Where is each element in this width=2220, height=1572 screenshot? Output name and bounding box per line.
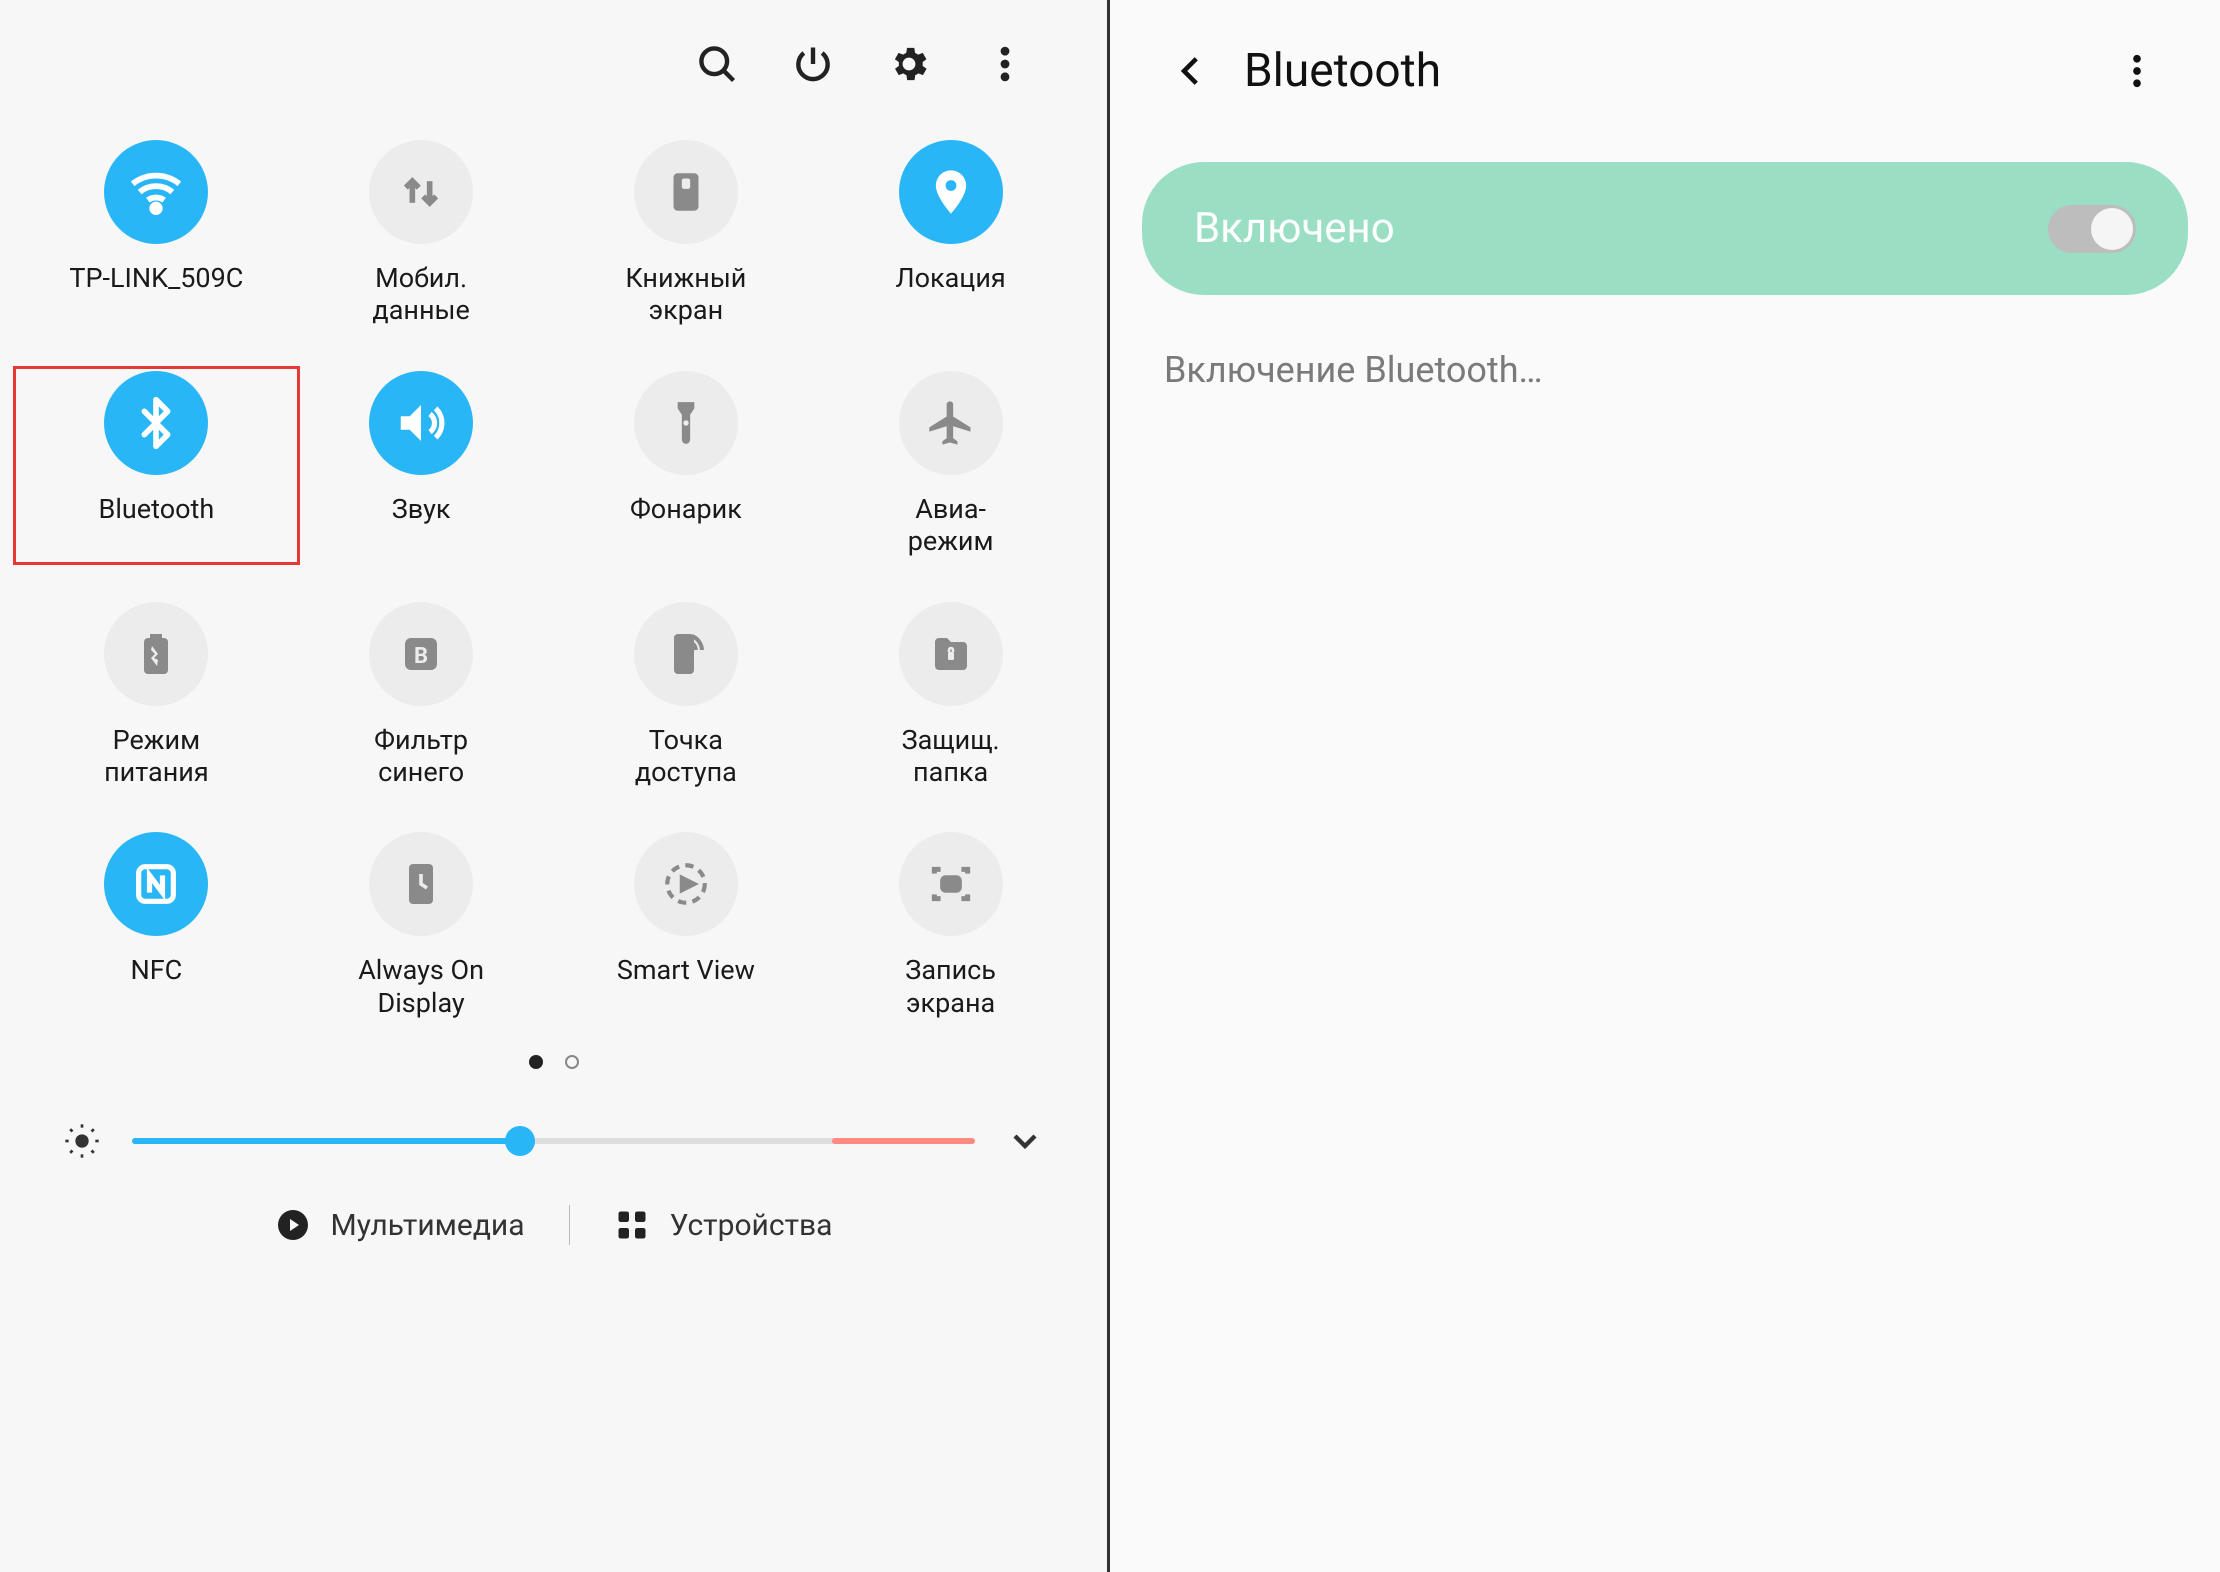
multimedia-button[interactable]: Мультимедиа [275,1207,525,1243]
svg-text:B: B [414,644,428,669]
screen-rec-icon [899,832,1003,936]
tile-wifi[interactable]: TP-LINK_509C [24,140,289,327]
tile-nfc[interactable]: NFC [24,832,289,1019]
switch-thumb [2091,208,2133,250]
bottom-bar: Мультимедиа Устройства [0,1205,1107,1245]
tile-smart-view[interactable]: Smart View [554,832,819,1019]
tile-label: Фонарик [630,493,742,525]
tile-label: TP-LINK_509C [69,262,243,294]
mobile-data-icon [369,140,473,244]
bluetooth-toggle-card[interactable]: Включено [1142,162,2188,295]
tile-aod[interactable]: Always On Display [289,832,554,1019]
tile-label: Книжный экран [625,262,746,327]
quick-settings-grid: TP-LINK_509C Мобил. данные Книжный экран… [0,120,1107,1019]
tile-bluetooth[interactable]: Bluetooth [12,365,301,566]
flashlight-icon [634,371,738,475]
location-icon [899,140,1003,244]
tile-book-screen[interactable]: Книжный экран [554,140,819,327]
pager-dot-active [529,1055,543,1069]
back-icon[interactable] [1170,50,1212,92]
airplane-icon [899,371,1003,475]
pager-dot-inactive[interactable] [565,1055,579,1069]
nfc-icon [104,832,208,936]
bluetooth-toggle-label: Включено [1194,204,1395,253]
tile-label: Точка доступа [635,724,737,789]
bluetooth-switch[interactable] [2048,205,2136,253]
tile-label: Режим питания [104,724,209,789]
bluetooth-status-text: Включение Bluetooth… [1110,319,2220,421]
tile-label: NFC [130,954,182,986]
tile-label: Мобил. данные [372,262,469,327]
blue-filter-icon: B [369,602,473,706]
secure-folder-icon [899,602,1003,706]
gear-icon[interactable] [885,40,933,88]
tile-label: Bluetooth [99,493,215,525]
separator [569,1205,570,1245]
page-indicator [0,1055,1107,1069]
bluetooth-icon [104,371,208,475]
more-icon[interactable] [2116,50,2158,92]
devices-button[interactable]: Устройства [614,1207,833,1243]
multimedia-label: Мультимедиа [331,1208,525,1243]
more-icon[interactable] [981,40,1029,88]
tile-label: Звук [392,493,451,525]
smart-view-icon [634,832,738,936]
tile-blue-filter[interactable]: B Фильтр синего [289,602,554,789]
tile-label: Фильтр синего [374,724,468,789]
hotspot-icon [634,602,738,706]
brightness-slider[interactable] [132,1138,975,1144]
play-circle-icon [275,1207,311,1243]
tile-label: Always On Display [358,954,484,1019]
brightness-row [0,1069,1107,1161]
search-icon[interactable] [693,40,741,88]
bluetooth-header: Bluetooth [1110,0,2220,138]
quick-settings-panel: TP-LINK_509C Мобил. данные Книжный экран… [0,0,1110,1572]
wifi-icon [104,140,208,244]
power-icon[interactable] [789,40,837,88]
bluetooth-settings-panel: Bluetooth Включено Включение Bluetooth… [1110,0,2220,1572]
aod-icon [369,832,473,936]
tile-label: Smart View [617,954,755,986]
tile-hotspot[interactable]: Точка доступа [554,602,819,789]
tile-screen-rec[interactable]: Запись экрана [818,832,1083,1019]
tile-label: Авиа- режим [908,493,994,558]
page-title: Bluetooth [1244,44,2084,98]
tile-secure-folder[interactable]: Защищ. папка [818,602,1083,789]
tile-sound[interactable]: Звук [289,371,554,558]
sound-icon [369,371,473,475]
tile-label: Локация [896,262,1006,294]
chevron-down-icon[interactable] [1005,1121,1045,1161]
tile-power-mode[interactable]: Режим питания [24,602,289,789]
tile-location[interactable]: Локация [818,140,1083,327]
tile-label: Запись экрана [905,954,996,1019]
devices-label: Устройства [670,1208,833,1243]
tile-flashlight[interactable]: Фонарик [554,371,819,558]
grid-icon [614,1207,650,1243]
power-mode-icon [104,602,208,706]
brightness-icon[interactable] [62,1121,102,1161]
tile-mobile-data[interactable]: Мобил. данные [289,140,554,327]
quick-settings-toolbar [0,0,1107,120]
book-screen-icon [634,140,738,244]
tile-label: Защищ. папка [902,724,1000,789]
tile-airplane[interactable]: Авиа- режим [818,371,1083,558]
